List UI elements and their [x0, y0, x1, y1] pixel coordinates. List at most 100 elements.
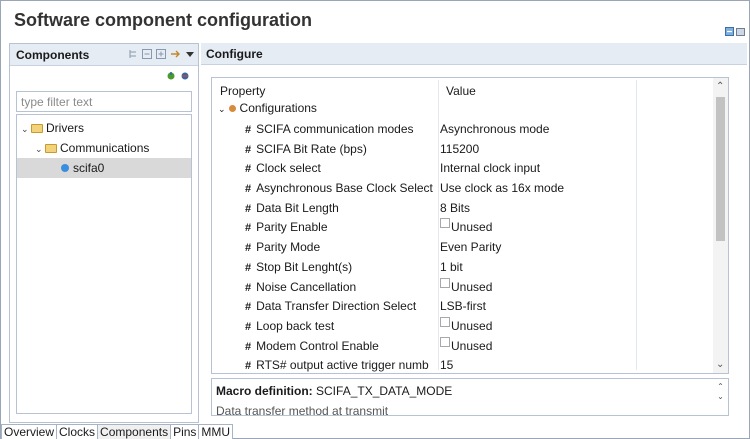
table-row[interactable]: # Asynchronous Base Clock Select Use clock… — [212, 179, 717, 199]
macro-scrollbar[interactable]: ⌃ ⌄ — [715, 382, 726, 402]
tree-item-label: Drivers — [46, 121, 84, 135]
property-value[interactable]: Internal clock input — [440, 159, 540, 179]
components-toolbar — [128, 49, 194, 63]
view-menu-chevron-icon[interactable] — [186, 50, 194, 62]
component-tree: ⌄ Drivers ⌄ Communications scifa0 — [16, 114, 192, 414]
configuration-window: Software component configuration Compone… — [0, 0, 750, 439]
generate-code-icon[interactable] — [725, 25, 734, 36]
table-row[interactable]: # Parity Mode Even Parity — [212, 238, 717, 258]
scroll-down-icon[interactable]: ⌄ — [715, 392, 726, 402]
hash-icon: # — [245, 222, 252, 235]
property-value[interactable]: LSB-first — [440, 297, 486, 317]
tab-pins[interactable]: Pins — [170, 424, 200, 439]
configurations-icon — [228, 105, 236, 112]
property-name: Noise Cancellation — [256, 279, 357, 294]
table-row[interactable]: # Clock select Internal clock input — [212, 159, 717, 179]
hash-icon: # — [245, 124, 252, 136]
hash-icon: # — [245, 261, 252, 274]
table-row[interactable]: # Modem Control Enable Unused — [212, 336, 717, 357]
chevron-down-icon[interactable]: ⌄ — [218, 104, 226, 114]
hash-icon: # — [245, 281, 252, 294]
add-component-icon[interactable] — [128, 49, 138, 63]
property-name: Clock select — [256, 161, 321, 176]
tab-overview[interactable]: Overview — [1, 424, 58, 439]
property-value[interactable]: Even Parity — [440, 238, 501, 258]
checkbox-label: Unused — [451, 338, 493, 353]
tab-clocks[interactable]: Clocks — [56, 424, 99, 439]
column-header-value[interactable]: Value — [446, 84, 476, 98]
checkbox-label: Unused — [451, 220, 493, 235]
tree-item-drivers[interactable]: ⌄ Drivers — [17, 118, 191, 138]
table-row[interactable]: # Loop back test Unused — [212, 316, 717, 337]
configurations-node[interactable]: ⌄ Configurations — [218, 101, 317, 115]
configurations-label: Configurations — [239, 101, 317, 115]
property-value[interactable]: 115200 — [440, 140, 479, 160]
checkbox[interactable] — [440, 277, 450, 288]
scroll-down-icon[interactable]: ⌄ — [716, 359, 724, 370]
scrollbar-thumb[interactable] — [716, 97, 725, 241]
title-toolbar — [725, 25, 745, 36]
window-title: Software component configuration — [14, 10, 313, 30]
property-name: SCIFA communication modes — [256, 122, 414, 136]
components-panel: Components type filter text ⌄ Drivers ⌄ … — [9, 43, 199, 423]
tree-item-communications[interactable]: ⌄ Communications — [17, 138, 191, 158]
remove-component-icon[interactable] — [180, 71, 190, 85]
macro-description: Data transfer method at transmit — [216, 404, 389, 416]
add-component-icon[interactable] — [166, 71, 176, 85]
tab-components[interactable]: Components — [97, 424, 172, 439]
report-icon[interactable] — [736, 25, 745, 36]
checkbox[interactable] — [440, 218, 450, 229]
property-name: SCIFA Bit Rate (bps) — [256, 141, 367, 156]
tree-item-label: Communications — [60, 141, 150, 155]
table-row[interactable]: # Data Transfer Direction Select LSB-first — [212, 297, 717, 317]
view-options-icon[interactable] — [170, 49, 182, 63]
table-row[interactable]: # SCIFA communication modes Asynchronous m… — [212, 120, 717, 140]
hash-icon: # — [245, 320, 252, 333]
chevron-down-icon[interactable]: ⌄ — [35, 139, 45, 159]
table-row[interactable]: # Stop Bit Lenght(s) 1 bit — [212, 258, 717, 278]
tree-item-scifa0[interactable]: scifa0 — [17, 158, 191, 178]
filter-input[interactable] — [16, 91, 192, 112]
property-value[interactable]: Unused — [440, 336, 493, 357]
tab-mmu[interactable]: MMU — [198, 424, 234, 439]
property-name: Parity Mode — [256, 240, 321, 255]
collapse-all-icon[interactable] — [142, 49, 152, 63]
vertical-scrollbar[interactable]: ⌃ ⌄ — [713, 78, 728, 373]
folder-icon — [45, 144, 57, 153]
scroll-up-icon[interactable]: ⌃ — [715, 382, 726, 392]
property-value[interactable]: Use clock as 16x mode — [440, 179, 564, 199]
property-value[interactable]: Unused — [440, 316, 493, 337]
components-title: Components — [16, 48, 90, 62]
property-value[interactable]: Unused — [440, 218, 492, 238]
checkbox-label: Unused — [451, 279, 493, 294]
checkbox[interactable] — [440, 336, 450, 347]
property-name: Data Transfer Direction Select — [256, 299, 417, 314]
checkbox-label: Unused — [451, 318, 493, 333]
table-row[interactable]: # SCIFA Bit Rate (bps) 115200 — [212, 140, 717, 160]
macro-definition-panel: Macro definition: SCIFA_TX_DATA_MODE Dat… — [211, 378, 729, 416]
table-row[interactable]: # Parity Enable Unused — [212, 218, 717, 238]
checkbox[interactable] — [440, 316, 450, 327]
property-value[interactable]: 8 Bits — [440, 199, 470, 219]
table-row[interactable]: # Noise Cancellation Unused — [212, 277, 717, 298]
table-row[interactable]: # Data Bit Length 8 Bits — [212, 199, 717, 219]
scroll-up-icon[interactable]: ⌃ — [716, 81, 724, 92]
hash-icon: # — [245, 183, 252, 196]
property-name: Asynchronous Base Clock Select — [256, 181, 433, 196]
macro-definition: Macro definition: SCIFA_TX_DATA_MODE — [216, 384, 452, 398]
column-header-property[interactable]: Property — [220, 84, 265, 98]
configure-header: Configure — [201, 43, 747, 65]
property-value[interactable]: Unused — [440, 277, 493, 298]
property-value[interactable]: 15 — [440, 356, 453, 373]
configure-panel: Configure Property Value ⌄ Configurations… — [201, 43, 747, 423]
property-name: Loop back test — [256, 318, 335, 333]
chevron-down-icon[interactable]: ⌄ — [21, 119, 31, 139]
property-value[interactable]: 1 bit — [440, 258, 463, 278]
property-name: Parity Enable — [256, 220, 328, 235]
property-value[interactable]: Asynchronous mode — [440, 120, 549, 140]
hash-icon: # — [245, 340, 252, 353]
expand-all-icon[interactable] — [156, 49, 166, 63]
macro-label: Macro definition: — [216, 384, 313, 398]
property-table: Property Value ⌄ Configurations # SCIFA co… — [211, 77, 729, 374]
table-row[interactable]: # RTS# output active trigger numb 15 — [212, 356, 717, 373]
